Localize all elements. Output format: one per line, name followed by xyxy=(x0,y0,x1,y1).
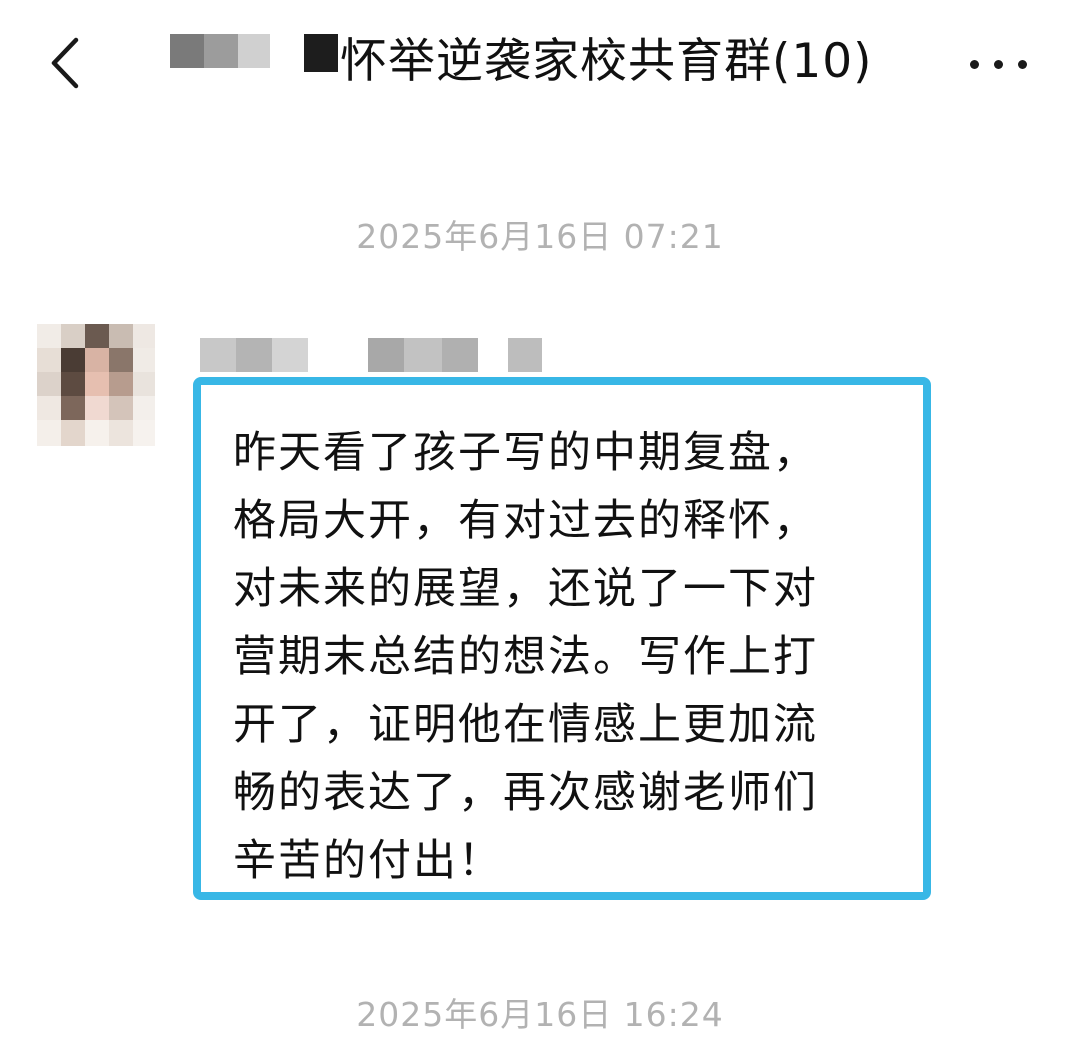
message-text: 昨天看了孩子写的中期复盘， 格局大开，有对过去的释怀， 对未来的展望，还说了一下… xyxy=(233,419,913,895)
avatar[interactable] xyxy=(37,324,155,446)
chevron-left-icon xyxy=(51,37,79,89)
redacted-sender-name xyxy=(508,338,542,372)
message-timestamp: 2025年6月16日 07:21 xyxy=(356,217,724,256)
message-timestamp: 2025年6月16日 16:24 xyxy=(356,995,724,1034)
more-options-button[interactable] xyxy=(962,44,1036,84)
message-line: 开了，证明他在情感上更加流 xyxy=(233,700,818,750)
chat-title: 怀举逆袭家校共育群(10) xyxy=(340,34,873,89)
message-bubble[interactable]: 昨天看了孩子写的中期复盘， 格局大开，有对过去的释怀， 对未来的展望，还说了一下… xyxy=(193,377,931,900)
message-line: 辛苦的付出！ xyxy=(233,836,503,886)
chat-header: 怀举逆袭家校共育群(10) xyxy=(0,0,1080,130)
redacted-title-part xyxy=(170,34,270,68)
message-line: 对未来的展望，还说了一下对 xyxy=(233,564,818,614)
back-button[interactable] xyxy=(40,28,96,98)
message-line: 格局大开，有对过去的释怀， xyxy=(233,496,818,546)
redacted-sender-name xyxy=(200,338,308,372)
message-line: 昨天看了孩子写的中期复盘， xyxy=(233,428,818,478)
redacted-title-part xyxy=(304,34,338,72)
message-line: 营期末总结的想法。写作上打 xyxy=(233,632,818,682)
redacted-sender-name xyxy=(368,338,478,372)
message-line: 畅的表达了，再次感谢老师们 xyxy=(233,768,818,818)
